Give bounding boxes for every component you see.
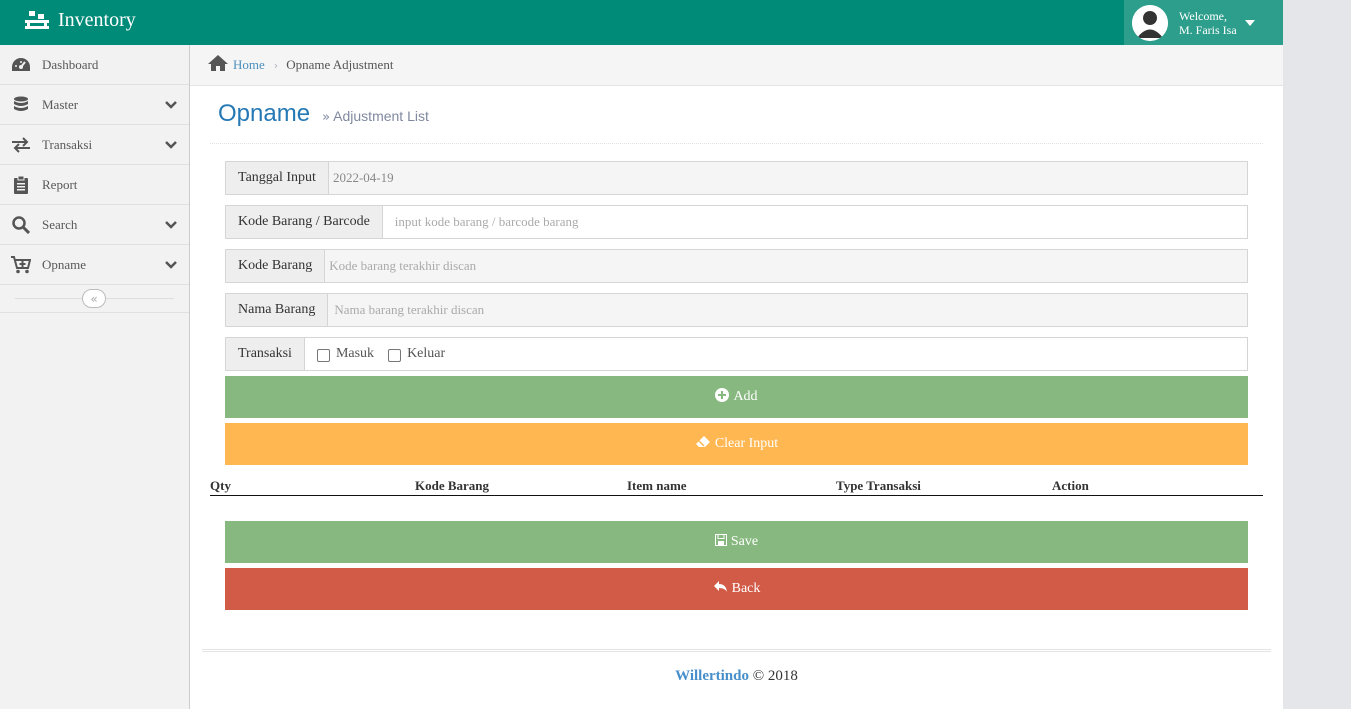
checkbox-box[interactable] [388, 348, 402, 362]
keluar-checkbox[interactable]: Keluar [388, 346, 445, 362]
kode-barang-group: Kode Barang [225, 249, 1248, 283]
app-title: Inventory [58, 9, 136, 31]
sidebar-item-master[interactable]: Master [0, 85, 189, 125]
sidebar-item-label: Report [42, 176, 78, 192]
user-name: M. Faris Isa [1179, 22, 1237, 37]
masuk-label: Masuk [335, 346, 375, 361]
save-button[interactable]: Save [225, 521, 1248, 563]
sidebar-item-search[interactable]: Search [0, 205, 189, 245]
footer-divider [202, 649, 1271, 652]
nama-barang-label: Nama Barang [226, 294, 329, 326]
back-button-label: Back [731, 581, 761, 596]
page-subtitle: » Adjustment List [322, 108, 429, 125]
navbar: Inventory Welcome, M. Faris Isa [0, 0, 1283, 45]
avatar [1132, 4, 1168, 41]
sidebar-item-opname[interactable]: Opname [0, 245, 189, 285]
plus-circle-icon [715, 387, 730, 407]
column-header-kode-barang: Kode Barang [415, 478, 490, 493]
sidebar-item-dashboard[interactable]: Dashboard [0, 45, 189, 85]
masuk-checkbox[interactable]: Masuk [316, 346, 375, 362]
nama-barang-field [328, 294, 1247, 326]
breadcrumb-current: Opname Adjustment [286, 57, 394, 72]
kode-barang-input [329, 258, 1247, 274]
chevron-down-icon [165, 219, 177, 235]
clear-input-button-label: Clear Input [714, 436, 779, 451]
save-icon [714, 533, 727, 551]
sidebar-item-label: Master [42, 96, 79, 112]
sidebar-item-transaksi[interactable]: Transaksi [0, 125, 189, 165]
sidebar-item-label: Transaksi [42, 136, 93, 152]
column-header-action: Action [1052, 478, 1089, 493]
brand[interactable]: Inventory [24, 9, 136, 32]
clipboard-icon [0, 175, 42, 194]
chevron-down-icon [165, 99, 177, 115]
home-icon[interactable] [207, 54, 229, 76]
sidebar-item-label: Search [42, 216, 78, 232]
footer-brand: Willertindo [675, 668, 749, 684]
add-button[interactable]: Add [225, 376, 1248, 418]
welcome-label: Welcome, [1179, 8, 1228, 23]
tanggal-input-group: Tanggal Input 2022-04-19 [225, 161, 1248, 195]
tachometer-icon [0, 57, 42, 73]
double-chevron-left-icon[interactable]: « [82, 289, 106, 308]
tanggal-input-value: 2022-04-19 [332, 170, 394, 185]
kode-barcode-label: Kode Barang / Barcode [226, 206, 383, 238]
back-button[interactable]: Back [225, 568, 1248, 610]
kode-barang-label: Kode Barang [226, 250, 326, 282]
sidebar-collapse-row: « [0, 285, 189, 313]
exchange-icon [0, 136, 42, 153]
kode-barang-field [325, 250, 1247, 282]
sidebar-item-label: Opname [42, 256, 87, 272]
reply-icon [713, 580, 728, 598]
adjustment-table-header: Qty Kode Barang Item name Type Transaksi… [210, 478, 1263, 496]
double-chevron-right-icon: » [322, 110, 331, 125]
warehouse-icon [24, 10, 50, 31]
tanggal-input-field: 2022-04-19 [328, 162, 1247, 194]
page-title: Opname [218, 100, 311, 127]
sidebar-item-label: Dashboard [42, 56, 99, 72]
breadcrumb: Home › Opname Adjustment [190, 45, 1283, 86]
app-window: Inventory Welcome, M. Faris Isa Dashboar… [0, 0, 1283, 709]
nama-barang-group: Nama Barang [225, 293, 1248, 327]
database-icon [0, 96, 42, 114]
chevron-right-icon: › [273, 58, 279, 72]
nama-barang-input [332, 302, 1247, 318]
transaksi-group: Transaksi Masuk Keluar [225, 337, 1248, 371]
page-subtitle-text: Adjustment List [333, 108, 429, 124]
sidebar: Dashboard Master Transaksi Report Search… [0, 45, 190, 709]
cart-plus-icon [0, 255, 42, 274]
breadcrumb-home-link[interactable]: Home [233, 57, 265, 73]
clear-input-button[interactable]: Clear Input [225, 423, 1248, 465]
add-button-label: Add [733, 389, 758, 404]
welcome-text: Welcome, M. Faris Isa [1179, 9, 1237, 37]
chevron-down-icon [165, 259, 177, 275]
footer: Willertindo © 2018 [0, 668, 1351, 685]
kode-barcode-input[interactable] [386, 214, 1247, 230]
transaksi-label: Transaksi [226, 338, 305, 370]
eraser-icon [695, 435, 711, 453]
footer-copyright: © 2018 [752, 668, 798, 684]
column-header-qty: Qty [210, 478, 231, 493]
kode-barcode-field [383, 206, 1247, 238]
keluar-label: Keluar [407, 346, 446, 361]
column-header-type-transaksi: Type Transaksi [836, 478, 921, 493]
chevron-down-icon [165, 139, 177, 155]
page-header: Opname » Adjustment List [210, 86, 1263, 144]
transaksi-options: Masuk Keluar [305, 338, 1247, 370]
tanggal-input-label: Tanggal Input [226, 162, 329, 194]
caret-down-icon[interactable] [1244, 19, 1255, 26]
save-button-label: Save [730, 534, 759, 549]
sidebar-item-report[interactable]: Report [0, 165, 189, 205]
checkbox-box[interactable] [316, 348, 330, 362]
kode-barcode-group: Kode Barang / Barcode [225, 205, 1248, 239]
column-header-item-name: Item name [627, 478, 687, 493]
search-icon [0, 215, 42, 234]
user-menu[interactable]: Welcome, M. Faris Isa [1124, 0, 1283, 45]
